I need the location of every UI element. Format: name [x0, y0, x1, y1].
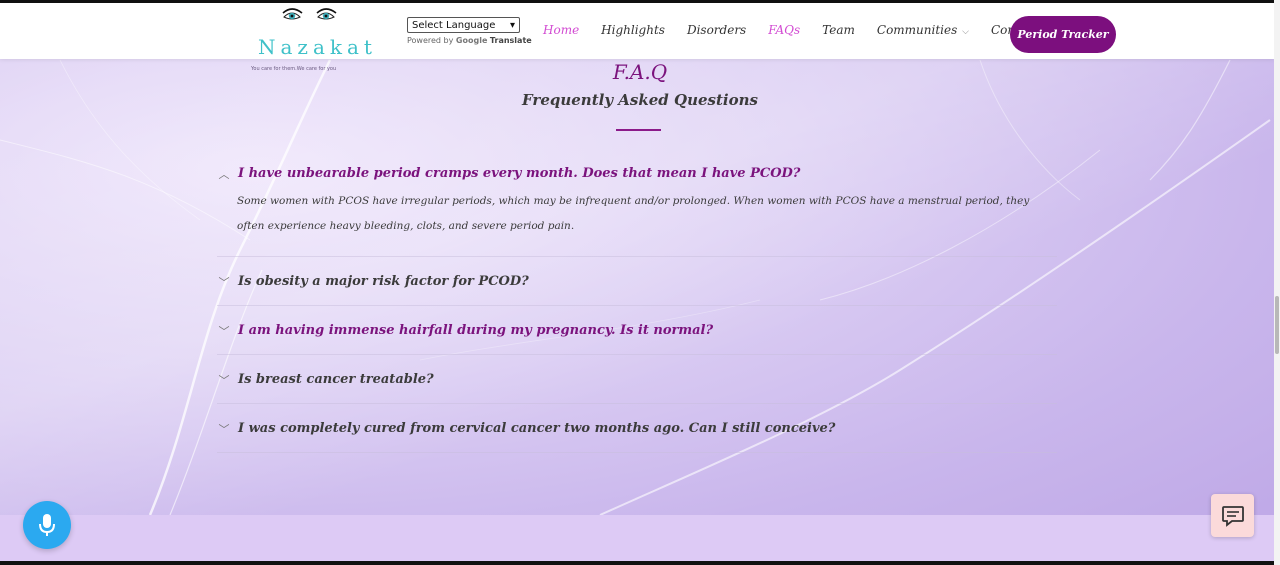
eyes-logo-icon — [282, 8, 337, 20]
faq-title: F.A.Q — [612, 60, 668, 84]
nav-item-highlights[interactable]: Highlights — [601, 23, 665, 37]
faq-question-5[interactable]: ﹀ I was completely cured from cervical c… — [217, 404, 1057, 453]
chevron-down-icon: ﹀ — [218, 275, 230, 289]
faq-item: ﹀ I am having immense hairfall during my… — [217, 306, 1057, 355]
chat-widget-button[interactable] — [1211, 494, 1254, 537]
faq-item: ﹀ I was completely cured from cervical c… — [217, 404, 1057, 453]
faq-item: ﹀ Is breast cancer treatable? — [217, 355, 1057, 404]
window-bottom-strip — [0, 561, 1280, 565]
faq-question-text: I was completely cured from cervical can… — [238, 421, 836, 436]
faq-question-text: I am having immense hairfall during my p… — [238, 323, 714, 338]
chevron-down-icon: ▾ — [509, 19, 515, 31]
translate-link[interactable]: Translate — [490, 36, 532, 45]
faq-title-divider — [616, 129, 661, 131]
faq-accordion: ︿ I have unbearable period cramps every … — [217, 158, 1057, 453]
faq-question-1[interactable]: ︿ I have unbearable period cramps every … — [217, 158, 1057, 189]
chat-icon — [1221, 505, 1244, 527]
faq-question-2[interactable]: ﹀ Is obesity a major risk factor for PCO… — [217, 257, 1057, 306]
main-nav: Home Highlights Disorders FAQs Team Comm… — [543, 23, 1081, 37]
nav-item-faqs[interactable]: FAQs — [768, 23, 800, 37]
brand-name: Nazakat — [258, 35, 377, 59]
scrollbar-thumb[interactable] — [1275, 296, 1279, 354]
nav-item-communities-label: Communities — [876, 23, 958, 37]
site-header: Nazakat You care for them.We care for yo… — [0, 3, 1274, 72]
faq-question-4[interactable]: ﹀ Is breast cancer treatable? — [217, 355, 1057, 404]
chevron-up-icon: ︿ — [218, 167, 230, 181]
nav-item-home[interactable]: Home — [543, 23, 579, 37]
faq-question-text: I have unbearable period cramps every mo… — [238, 166, 801, 181]
faq-question-3[interactable]: ﹀ I am having immense hairfall during my… — [217, 306, 1057, 355]
nav-item-team[interactable]: Team — [822, 23, 855, 37]
powered-by-google: Powered by Google Translate — [407, 36, 532, 45]
faq-item: ﹀ Is obesity a major risk factor for PCO… — [217, 257, 1057, 306]
faq-question-text: Is obesity a major risk factor for PCOD? — [238, 274, 529, 289]
period-tracker-button[interactable]: Period Tracker — [1010, 16, 1116, 53]
scrollbar-track[interactable] — [1274, 0, 1280, 565]
chevron-down-icon: ﹀ — [218, 422, 230, 436]
faq-answer-1: Some women with PCOS have irregular peri… — [237, 195, 1030, 232]
chevron-down-icon: ﹀ — [218, 324, 230, 338]
page: Nazakat You care for them.We care for yo… — [0, 0, 1280, 565]
chevron-down-icon: ﹀ — [218, 373, 230, 387]
footer-band — [0, 515, 1280, 561]
google-translate-widget: Select Language ▾ Powered by Google Tran… — [407, 17, 532, 45]
faq-question-text: Is breast cancer treatable? — [238, 372, 434, 387]
language-select[interactable]: Select Language ▾ — [407, 17, 520, 33]
powered-by-label: Powered by — [407, 36, 454, 45]
language-select-value: Select Language — [412, 19, 496, 31]
faq-item: ︿ I have unbearable period cramps every … — [217, 158, 1057, 257]
chevron-down-icon: ⌵ — [959, 27, 969, 37]
nav-item-disorders[interactable]: Disorders — [687, 23, 746, 37]
google-logo-text: Google — [455, 36, 488, 45]
microphone-icon — [39, 514, 55, 536]
faq-subtitle: Frequently Asked Questions — [522, 91, 758, 109]
nav-item-communities[interactable]: Communities ⌵ — [877, 23, 969, 37]
voice-search-button[interactable] — [23, 501, 71, 549]
